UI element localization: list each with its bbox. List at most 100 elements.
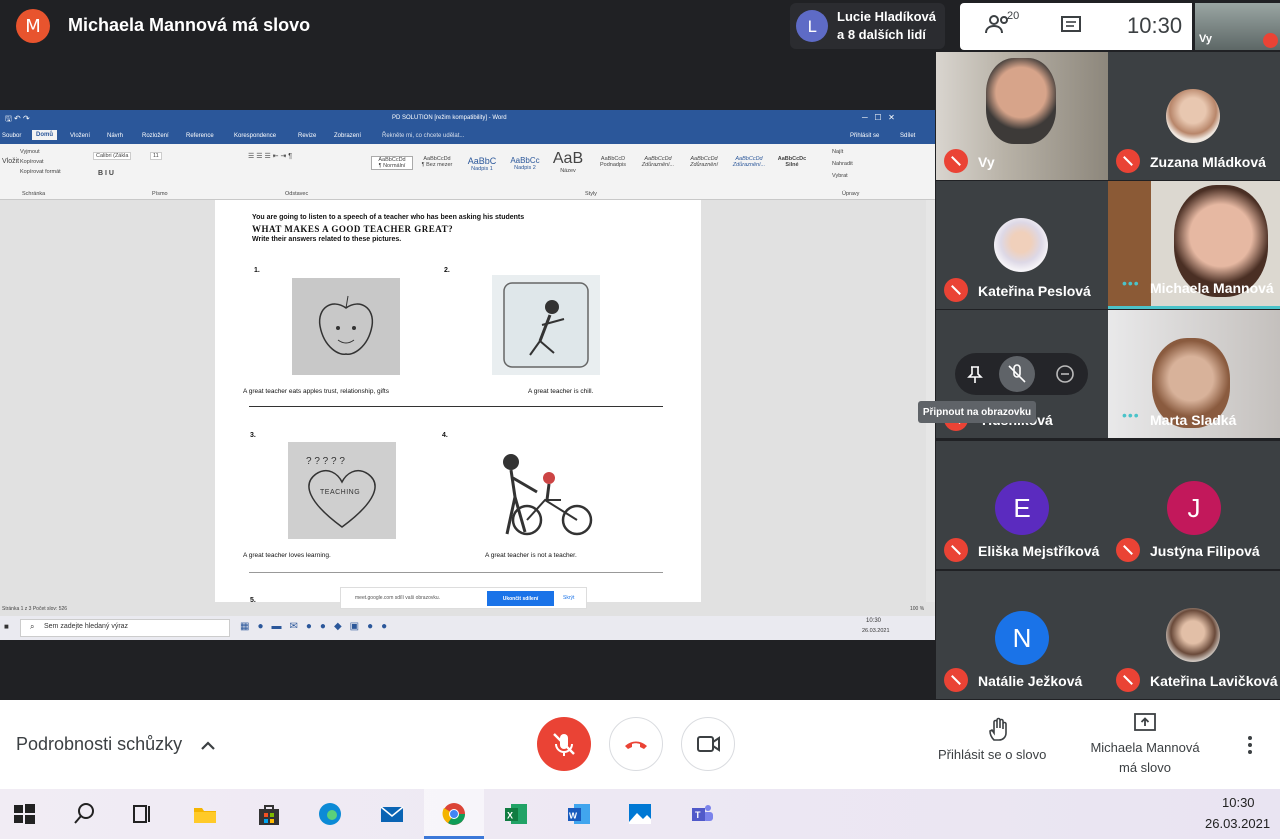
tab-revize[interactable]: Revize [298,133,316,139]
shared-screen: 🖫 ↶ ↷ PD SOLUTION [režim kompatibility] … [0,110,935,640]
participant-name: Eliška Mejstříková [978,543,1100,559]
microphone-toggle-button[interactable] [537,717,591,771]
paste-button[interactable]: Vložit [2,158,19,165]
present-screen-icon[interactable] [1133,712,1157,734]
style-subtle-emphasis[interactable]: AaBbCcDd Zdůraznění... [636,156,680,168]
svg-text:T: T [695,810,701,820]
participant-tile[interactable]: Vy [936,52,1108,180]
search-placeholder: Sem zadejte hledaný výraz [44,623,129,630]
tell-me-box[interactable]: Řekněte mi, co chcete udělat... [382,133,464,139]
more-options-icon[interactable] [1240,733,1260,757]
separator-line [249,572,663,573]
raise-hand-label[interactable]: Přihlásit se o slovo [938,747,1046,762]
participant-tile[interactable]: Kateřina Lavičková [1108,571,1280,699]
system-time[interactable]: 10:30 [1222,795,1255,810]
style-name: Zdůraznění... [641,162,675,168]
word-icon[interactable]: W [565,800,593,828]
participant-avatar: J [1167,481,1221,535]
participant-tile-speaking[interactable]: ••• Michaela Mannová [1108,181,1280,309]
style-no-spacing[interactable]: AaBbCcDd ¶ Bez mezer [416,156,458,168]
tab-reference[interactable]: Reference [186,133,214,139]
font-size-select[interactable]: 11 [150,152,162,160]
raise-hand-icon[interactable] [985,716,1013,744]
tab-zobrazeni[interactable]: Zobrazení [334,133,361,139]
participant-tile[interactable]: E Eliška Mejstříková [936,441,1108,569]
file-explorer-icon[interactable] [191,800,219,828]
style-title[interactable]: AaB Název [547,150,589,174]
document-page[interactable]: You are going to listen to a speech of a… [215,200,701,620]
store-icon[interactable] [255,800,283,828]
doc-heading: WHAT MAKES A GOOD TEACHER GREAT? [252,224,454,234]
participant-name: Marta Sladká [1150,412,1237,428]
self-muted-icon [1263,33,1278,48]
participant-name: Zuzana Mládková [1150,154,1266,170]
start-icon: ■ [4,622,9,631]
heart-picture: ? ? ? ? ? TEACHING [288,442,396,539]
style-heading1[interactable]: AaBbC Nadpis 1 [461,156,503,172]
mute-participant-button[interactable] [999,356,1035,392]
style-intense-emphasis[interactable]: AaBbCcDd Zdůraznění... [727,156,771,168]
photos-icon[interactable] [626,800,654,828]
share-button[interactable]: Sdílet [900,133,915,139]
windows-start-icon[interactable] [10,800,38,828]
camera-toggle-button[interactable] [681,717,735,771]
tab-navrh[interactable]: Návrh [107,133,123,139]
tab-soubor[interactable]: Soubor [2,133,21,139]
speaking-indicator-icon: ••• [1122,275,1140,291]
zoom-level[interactable]: 100 % [910,606,924,612]
participant-tile-speaking[interactable]: ••• Marta Sladká [1108,310,1280,438]
copy-button[interactable]: Kopírovat [20,159,44,165]
remove-icon[interactable] [1055,364,1075,384]
cut-button[interactable]: Vyjmout [20,149,40,155]
meeting-details-button[interactable]: Podrobnosti schůzky [16,734,182,755]
style-subtitle[interactable]: AaBbCcD Podnadpis [592,156,634,168]
chrome-icon[interactable] [440,800,468,828]
bold-italic-underline-icon[interactable]: B I U [98,170,114,177]
style-normal[interactable]: AaBbCcDd ¶ Normální [371,156,413,170]
participant-tile[interactable]: J Justýna Filipová [1108,441,1280,569]
stop-sharing-button[interactable]: Ukončit sdílení [487,591,554,606]
style-name: Nadpis 1 [471,166,493,172]
replace-button[interactable]: Nahradit [832,161,853,167]
edge-icon[interactable] [316,800,344,828]
muted-mic-icon [944,538,968,562]
style-sample: AaB [552,150,584,167]
shared-system-time: 10:30 [866,618,882,624]
excel-icon[interactable]: X [502,800,530,828]
participant-tile[interactable]: N Natálie Ježková [936,571,1108,699]
word-quick-access-icon[interactable]: 🖫 ↶ ↷ [5,113,30,127]
tab-rozlozeni[interactable]: Rozložení [142,133,169,139]
list-buttons-icon[interactable]: ☰ ☰ ☰ ⇤ ⇥ ¶ [248,152,292,160]
leave-call-button[interactable] [609,717,663,771]
muted-mic-icon [944,149,968,173]
style-strong[interactable]: AaBbCcDc Silné [771,156,813,168]
tab-vlozeni[interactable]: Vložení [70,133,90,139]
presenting-status[interactable]: Michaela Mannová má slovo [1083,738,1207,778]
window-controls-icon[interactable]: ─ ☐ ✕ [862,113,895,122]
font-name-select[interactable]: Calibri (Zákla [93,152,132,160]
teams-icon[interactable]: T [688,800,716,828]
participant-tile[interactable]: Zuzana Mládková [1108,52,1280,180]
task-view-icon[interactable] [128,800,156,828]
sign-in-link[interactable]: Přihlásit se [850,133,879,139]
format-painter-button[interactable]: Kopírovat formát [20,169,61,175]
style-emphasis[interactable]: AaBbCcDd Zdůraznění [682,156,726,168]
participant-photo [1166,89,1220,143]
select-button[interactable]: Vybrat [832,173,848,179]
participant-tile[interactable]: Kateřina Peslová [936,181,1108,309]
chevron-up-icon[interactable] [198,737,218,753]
pin-icon[interactable] [965,364,985,384]
item-number: 3. [250,432,256,439]
paragraph-group-label: Odstavec [285,191,309,197]
system-date[interactable]: 26.03.2021 [1205,816,1270,831]
find-button[interactable]: Najít [832,149,843,155]
tab-korespondence[interactable]: Korespondence [234,133,276,139]
mail-icon[interactable] [378,800,406,828]
hide-notice-button[interactable]: Skrýt [563,595,574,601]
tab-domu[interactable]: Domů [32,130,57,140]
style-heading2[interactable]: AaBbCc Nadpis 2 [505,156,545,171]
chat-icon[interactable] [1060,15,1082,35]
share-notice-text: meet.google.com sdílí vaši obrazovku. [355,595,441,601]
item-number: 2. [444,267,450,274]
search-icon[interactable] [70,800,98,828]
